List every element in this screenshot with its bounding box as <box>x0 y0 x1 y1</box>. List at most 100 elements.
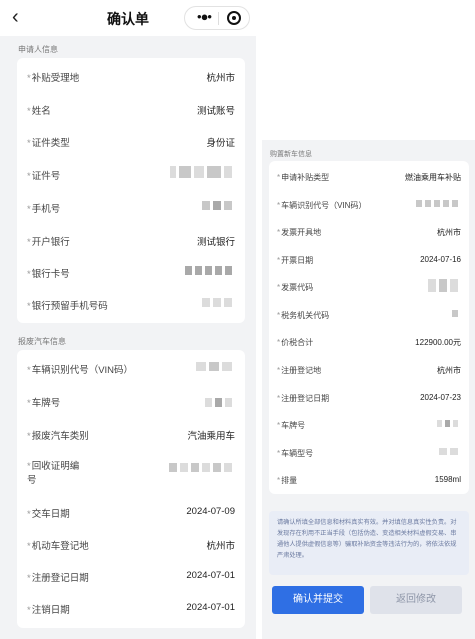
row-displacement: *排量 1598ml <box>269 475 469 495</box>
redacted-value <box>205 398 235 408</box>
row-newcar-vin: *车辆识别代号（VIN码） <box>269 200 469 220</box>
row-recycle-cert: *回收证明编号 <box>17 460 245 490</box>
row-label: *银行卡号 <box>27 269 70 280</box>
row-vehicle-model: *车辆型号 <box>269 448 469 468</box>
scrap-vehicle-card: *车辆识别代号（VIN码） *车牌号 *报废汽车类别 汽油乘用车 *回收证明编号… <box>17 350 245 628</box>
row-value: 2024-07-16 <box>420 255 461 264</box>
row-newcar-registration-place: *注册登记地 杭州市 <box>269 365 469 385</box>
row-phone: *手机号 <box>17 201 245 221</box>
row-label: *手机号 <box>27 204 61 215</box>
row-label: *注销日期 <box>27 605 70 616</box>
row-value: 2024-07-01 <box>186 602 235 613</box>
more-dots-icon[interactable]: •●• <box>191 7 217 29</box>
redacted-value <box>439 448 461 458</box>
row-label: *发票开具地 <box>277 228 322 237</box>
row-newcar-registration-date: *注册登记日期 2024-07-23 <box>269 393 469 413</box>
redacted-value <box>428 279 461 292</box>
redacted-value <box>196 362 235 372</box>
row-label: *交车日期 <box>27 509 70 520</box>
row-value: 杭州市 <box>437 366 461 375</box>
row-label: *回收证明编号 <box>27 461 80 486</box>
applicant-card: *补贴受理地 杭州市 *姓名 测试账号 *证件类型 身份证 *证件号 *手机号 … <box>17 58 245 323</box>
redacted-value <box>452 310 461 320</box>
row-value: 燃油乘用车补贴 <box>405 173 461 182</box>
scrap-section-title: 报废汽车信息 <box>18 337 66 346</box>
row-value: 测试银行 <box>196 237 235 248</box>
row-delivery-date: *交车日期 2024-07-09 <box>17 506 245 526</box>
row-value: 杭州市 <box>437 228 461 237</box>
redacted-value <box>202 298 235 308</box>
redacted-value <box>202 201 235 211</box>
row-label: *价税合计 <box>277 338 314 347</box>
row-label: *车辆识别代号（VIN码） <box>277 201 367 210</box>
navigation-bar: ‹ 确认单 •●• <box>0 0 256 36</box>
row-value: 1598ml <box>434 475 461 484</box>
row-total-price: *价税合计 122900.00元 <box>269 337 469 357</box>
capsule-divider <box>218 12 219 25</box>
row-bank-card: *银行卡号 <box>17 266 245 286</box>
row-value: 杭州市 <box>206 541 235 552</box>
left-panel: ‹ 确认单 •●• 申请人信息 *补贴受理地 杭州市 *姓名 测试账号 *证件类… <box>0 0 256 639</box>
right-panel: 购置新车信息 *申请补贴类型 燃油乘用车补贴 *车辆识别代号（VIN码） *发票… <box>262 140 475 639</box>
row-id-number: *证件号 <box>17 166 245 188</box>
row-label: *车牌号 <box>27 398 61 409</box>
row-registration-date: *注册登记日期 2024-07-01 <box>17 570 245 590</box>
row-label: *车牌号 <box>277 421 306 430</box>
row-invoice-date: *开票日期 2024-07-16 <box>269 255 469 275</box>
target-circle-icon[interactable] <box>227 11 241 25</box>
row-label: *车辆识别代号（VIN码） <box>27 365 134 376</box>
row-tax-authority-code: *税务机关代码 <box>269 310 469 330</box>
applicant-section-title: 申请人信息 <box>18 45 58 54</box>
row-label: *姓名 <box>27 106 51 117</box>
row-label: *税务机关代码 <box>277 311 330 320</box>
row-newcar-plate: *车牌号 <box>269 420 469 440</box>
row-scrap-vin: *车辆识别代号（VIN码） <box>17 362 245 382</box>
redacted-value <box>169 463 235 473</box>
mini-program-capsule: •●• <box>184 6 250 30</box>
row-id-type: *证件类型 身份证 <box>17 135 245 155</box>
newcar-section-title: 购置新车信息 <box>270 151 312 158</box>
row-value: 2024-07-23 <box>420 393 461 402</box>
row-scrap-plate: *车牌号 <box>17 395 245 415</box>
row-label: *注册登记地 <box>277 366 322 375</box>
row-scrap-category: *报废汽车类别 汽油乘用车 <box>17 428 245 448</box>
row-cancellation-date: *注销日期 2024-07-01 <box>17 602 245 622</box>
row-invoice-place: *发票开具地 杭州市 <box>269 227 469 247</box>
new-vehicle-card: *申请补贴类型 燃油乘用车补贴 *车辆识别代号（VIN码） *发票开具地 杭州市… <box>269 161 469 494</box>
row-registration-place: *机动车登记地 杭州市 <box>17 538 245 558</box>
row-label: *开票日期 <box>277 256 314 265</box>
row-subsidy-location: *补贴受理地 杭州市 <box>17 70 245 90</box>
row-label: *车辆型号 <box>277 449 314 458</box>
row-bank: *开户银行 测试银行 <box>17 234 245 254</box>
row-invoice-code: *发票代码 <box>269 279 469 302</box>
back-edit-button[interactable]: 返回修改 <box>370 586 462 614</box>
row-subsidy-type: *申请补贴类型 燃油乘用车补贴 <box>269 172 469 192</box>
row-label: *补贴受理地 <box>27 73 80 84</box>
redacted-value <box>437 420 461 430</box>
row-value: 122900.00元 <box>415 338 461 347</box>
row-label: *申请补贴类型 <box>277 173 330 182</box>
row-label: *注册登记日期 <box>27 573 89 584</box>
row-value: 身份证 <box>206 138 235 149</box>
redacted-value <box>416 200 461 210</box>
row-label: *证件号 <box>27 171 61 182</box>
row-label: *发票代码 <box>277 283 314 292</box>
row-value: 2024-07-01 <box>186 570 235 581</box>
redacted-value <box>170 166 235 178</box>
row-value: 测试账号 <box>196 106 235 117</box>
redacted-value <box>185 266 235 276</box>
row-label: *银行预留手机号码 <box>27 301 108 312</box>
row-value: 2024-07-09 <box>186 506 235 517</box>
row-name: *姓名 测试账号 <box>17 103 245 123</box>
row-label: *排量 <box>277 476 298 485</box>
row-label: *开户银行 <box>27 237 70 248</box>
row-label: *注册登记日期 <box>277 394 330 403</box>
confirm-submit-button[interactable]: 确认并提交 <box>272 586 364 614</box>
row-label: *证件类型 <box>27 138 70 149</box>
row-value: 杭州市 <box>206 73 235 84</box>
row-label: *机动车登记地 <box>27 541 89 552</box>
row-label: *报废汽车类别 <box>27 431 89 442</box>
row-bank-phone: *银行预留手机号码 <box>17 298 245 318</box>
legal-notice: 请确认所填全部信息和材料真实有效。并对填信息真实性负责。对发现存在利用不正当手段… <box>269 511 469 575</box>
row-value: 汽油乘用车 <box>187 431 235 442</box>
